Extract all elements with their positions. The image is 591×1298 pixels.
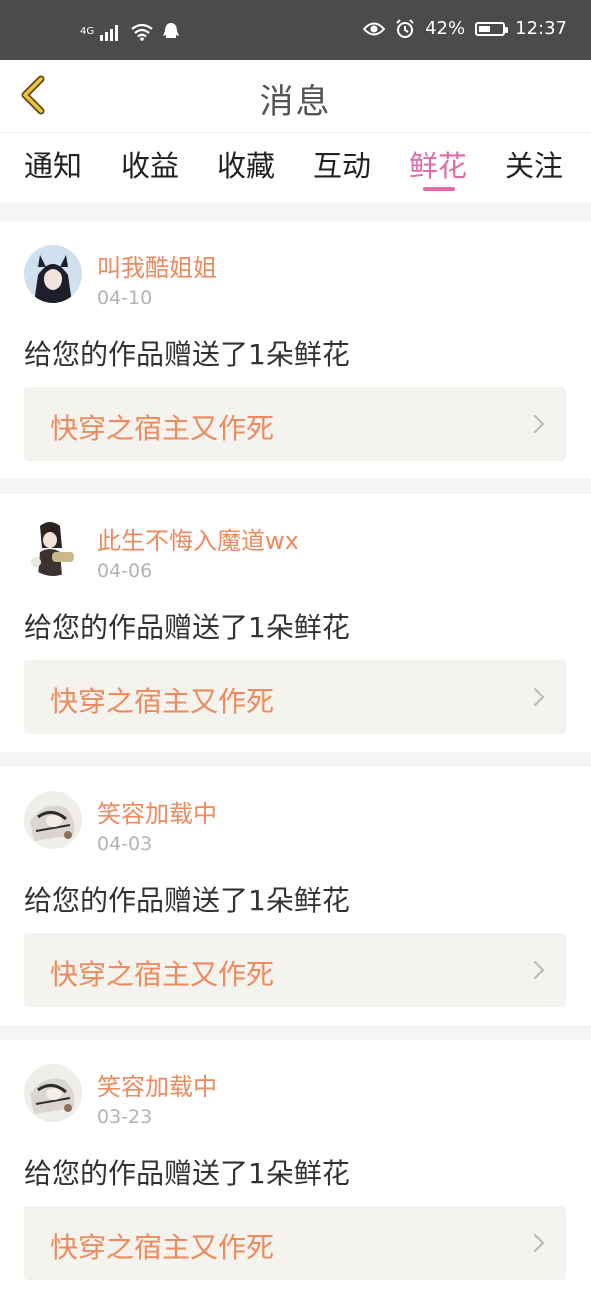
date: 04-10 [97,287,153,309]
chevron-right-icon [534,961,545,979]
eye-icon [363,22,386,35]
username[interactable]: 此生不悔入魔道wx [97,521,299,556]
date: 04-06 [97,560,153,582]
qq-icon [163,23,180,38]
work-title: 快穿之宿主又作死 [50,685,275,718]
signal-icon [100,25,119,41]
chevron-right-icon [534,415,545,433]
avatar[interactable] [24,791,82,849]
list-item[interactable]: 此生不悔入魔道wx 04-06 给您的作品赠送了1朵鲜花 快穿之宿主又作死 [0,494,591,752]
message-text: 给您的作品赠送了1朵鲜花 [24,884,350,917]
status-left: 4G [80,22,180,42]
chevron-right-icon [534,688,545,706]
header: 消息 [0,60,591,133]
tab-follow[interactable]: 关注 [505,143,563,185]
username[interactable]: 叫我酷姐姐 [97,248,217,283]
avatar[interactable] [24,245,82,303]
tab-favorites[interactable]: 收藏 [217,143,275,185]
work-link[interactable]: 快穿之宿主又作死 [24,1206,566,1280]
tab-notice[interactable]: 通知 [24,143,82,185]
work-link[interactable]: 快穿之宿主又作死 [24,933,566,1007]
battery-percent: 42% [425,18,466,39]
date: 03-23 [97,1106,153,1128]
battery-icon [475,21,509,36]
date: 04-03 [97,833,153,855]
page-title: 消息 [259,82,332,122]
list-item[interactable]: 叫我酷姐姐 04-10 给您的作品赠送了1朵鲜花 快穿之宿主又作死 [0,221,591,479]
clock: 12:37 [515,18,567,39]
work-title: 快穿之宿主又作死 [50,412,275,445]
message-text: 给您的作品赠送了1朵鲜花 [24,338,350,371]
status-bar: 4G 42% 12:37 [0,0,591,60]
work-title: 快穿之宿主又作死 [50,958,275,991]
active-tab-indicator [423,187,455,191]
status-right: 42% 12:37 [363,18,567,39]
work-link[interactable]: 快穿之宿主又作死 [24,387,566,461]
message-text: 给您的作品赠送了1朵鲜花 [24,611,350,644]
avatar[interactable] [24,518,82,576]
wifi-icon [131,23,153,41]
list-item[interactable]: 笑容加载中 04-03 给您的作品赠送了1朵鲜花 快穿之宿主又作死 [0,767,591,1025]
tab-earnings[interactable]: 收益 [121,143,179,185]
work-title: 快穿之宿主又作死 [50,1231,275,1264]
work-link[interactable]: 快穿之宿主又作死 [24,660,566,734]
list-item[interactable]: 笑容加载中 03-23 给您的作品赠送了1朵鲜花 快穿之宿主又作死 [0,1040,591,1298]
message-text: 给您的作品赠送了1朵鲜花 [24,1157,350,1190]
tab-interaction[interactable]: 互动 [313,143,371,185]
avatar[interactable] [24,1064,82,1122]
chevron-right-icon [534,1234,545,1252]
username[interactable]: 笑容加载中 [97,1067,217,1102]
tab-flowers[interactable]: 鲜花 [409,143,467,185]
alarm-icon [396,18,414,38]
network-label: 4G [80,26,95,37]
username[interactable]: 笑容加载中 [97,794,217,829]
tab-bar: 通知 收益 收藏 互动 鲜花 关注 [0,133,591,203]
